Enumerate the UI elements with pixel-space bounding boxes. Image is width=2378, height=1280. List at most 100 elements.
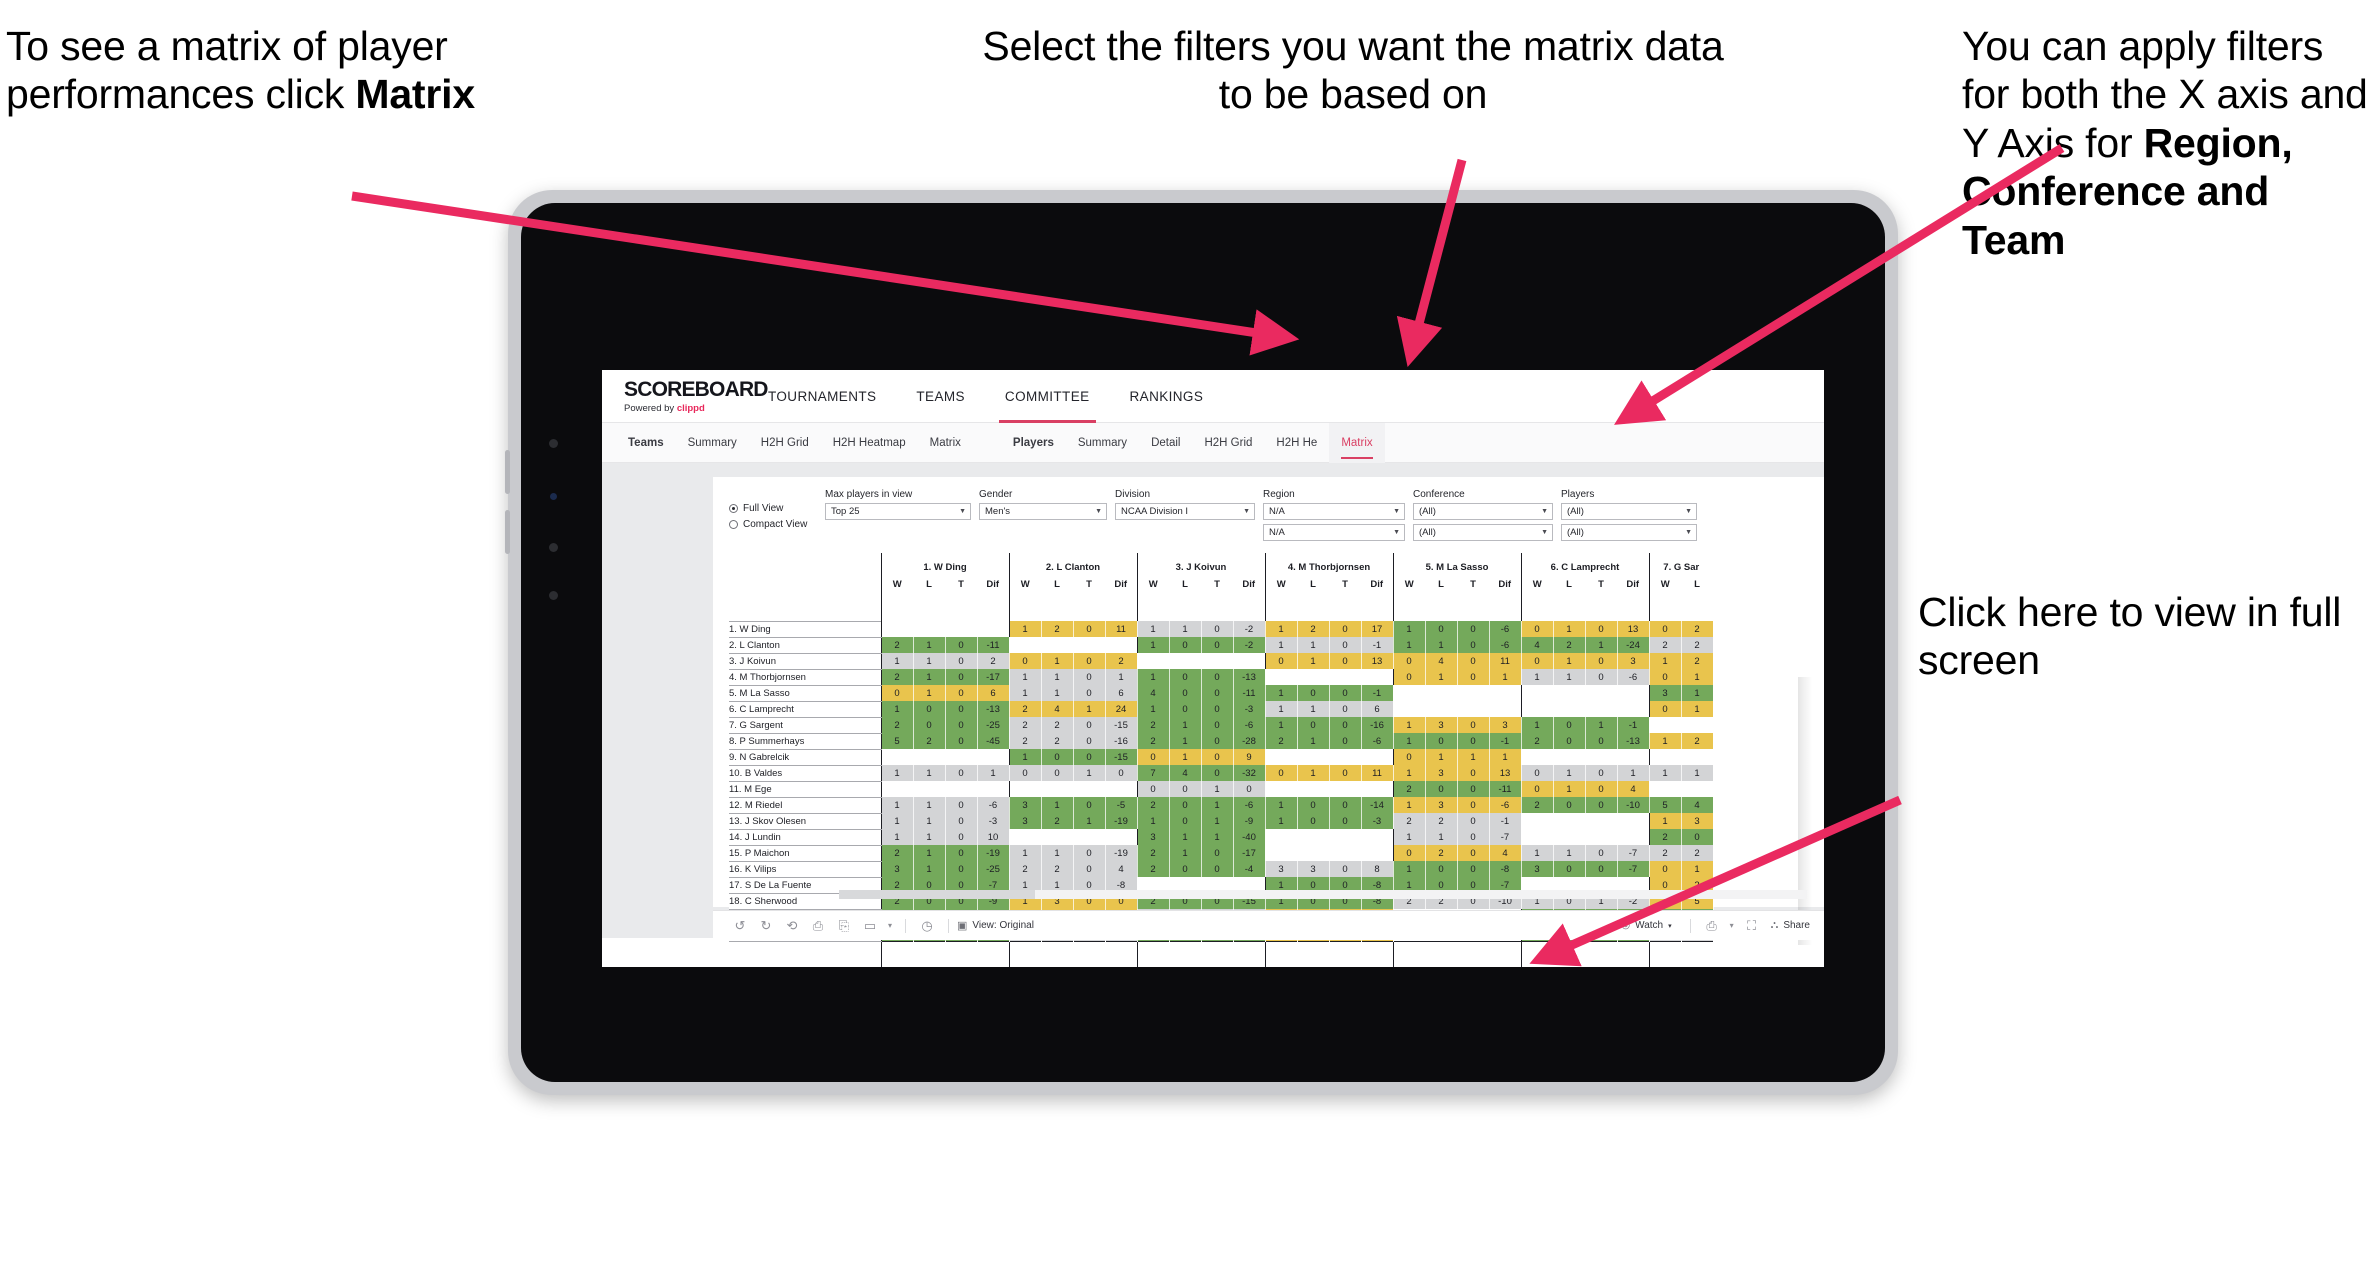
matrix-cell: 0	[1553, 797, 1586, 813]
radio-full-view-icon	[729, 504, 738, 513]
toolbar-divider	[905, 918, 906, 933]
matrix-col-header-2: 2. L Clanton	[1008, 553, 1137, 573]
matrix-cell: 1	[1008, 845, 1042, 861]
matrix-cell: 1	[913, 669, 946, 685]
matrix-cell: 13	[1617, 621, 1650, 637]
callout-axis-tip: You can apply filters for both the X axi…	[1962, 22, 2374, 264]
matrix-cell	[1297, 781, 1329, 797]
matrix-cell: 0	[945, 861, 978, 877]
filter-conference-select-y[interactable]: (All) ▼	[1413, 524, 1553, 541]
subnav-item-players-h2h-heatmap[interactable]: H2H He	[1264, 423, 1329, 463]
matrix-cell: 0	[1392, 653, 1426, 669]
table-row: 10. B Valdes 1 1 0 1 0 0 1 0 7 4 0 -32 0 1 0 11 1 3 0 13 0 1 0 1…	[729, 764, 1714, 782]
filter-gender-select[interactable]: Men's ▼	[979, 503, 1107, 520]
matrix-cell	[1329, 781, 1361, 797]
pause-updates-icon[interactable]: ⎘	[831, 918, 857, 934]
subnav-item-teams-h2h-heatmap[interactable]: H2H Heatmap	[821, 423, 918, 463]
fullscreen-icon[interactable]: ⛶	[1739, 918, 1765, 934]
subnav-item-players[interactable]: Players	[1001, 423, 1066, 463]
subnav-item-players-detail[interactable]: Detail	[1139, 423, 1192, 463]
undo-icon[interactable]: ↺	[727, 918, 753, 934]
matrix-cell	[1329, 829, 1361, 845]
subnav-item-teams-summary[interactable]: Summary	[676, 423, 749, 463]
matrix-cell: 1	[1041, 845, 1074, 861]
filter-conference-select-x[interactable]: (All) ▼	[1413, 503, 1553, 520]
matrix-cell: 4	[1136, 685, 1170, 701]
filter-max-players-select[interactable]: Top 25 ▼	[825, 503, 971, 520]
matrix-cell	[1264, 781, 1297, 797]
matrix-cell: -15	[1105, 749, 1138, 765]
horizontal-scrollbar[interactable]	[839, 890, 1807, 899]
topnav-item-committee[interactable]: COMMITTEE	[985, 370, 1110, 423]
matrix-table-container[interactable]: 1. W Ding 2. L Clanton 3. J Koivun 4. M Tho…	[713, 551, 1824, 967]
matrix-subheader-l: L	[926, 578, 932, 590]
matrix-cell: -13	[977, 701, 1010, 717]
matrix-subheader-dif: Dif	[1370, 578, 1384, 590]
subnav-item-players-matrix[interactable]: Matrix	[1329, 422, 1385, 463]
matrix-subheader-t: T	[1342, 578, 1348, 590]
topnav-item-teams[interactable]: TEAMS	[896, 370, 985, 423]
matrix-cell: 1	[913, 685, 946, 701]
tablet-screen: SCOREBOARD Powered by clippd TOURNAMENTS…	[521, 203, 1885, 1082]
matrix-cell	[1617, 813, 1649, 829]
subnav-item-teams-h2h-grid[interactable]: H2H Grid	[749, 423, 821, 463]
view-original-button[interactable]: ▣ View: Original	[957, 919, 1034, 932]
volume-up-button[interactable]	[505, 450, 510, 494]
radio-full-view[interactable]: Full View	[729, 503, 825, 514]
revert-icon[interactable]: ⟲	[779, 918, 805, 934]
matrix-header-spacer	[1648, 595, 1713, 621]
chevron-down-icon[interactable]: ▾	[1725, 921, 1739, 930]
subnav-item-players-summary[interactable]: Summary	[1066, 423, 1139, 463]
volume-down-button[interactable]	[505, 510, 510, 554]
watch-button[interactable]: ◎ Watch ▾	[1621, 920, 1671, 931]
matrix-subheader-l: L	[1566, 578, 1572, 590]
refresh-data-icon[interactable]: ⎙	[805, 918, 831, 934]
matrix-cell: 1	[1264, 717, 1298, 733]
alerts-icon[interactable]: ◷	[914, 918, 940, 934]
matrix-cell: 1	[880, 701, 914, 717]
matrix-cell: 3	[1136, 829, 1170, 845]
device-layout-icon[interactable]: ▭	[857, 918, 883, 934]
filter-division-select[interactable]: NCAA Division I ▼	[1115, 503, 1255, 520]
redo-icon[interactable]: ↻	[753, 918, 779, 934]
brand-logo[interactable]: SCOREBOARD Powered by clippd	[602, 379, 768, 414]
matrix-row-label-16: 16. K Vilips	[729, 860, 881, 878]
matrix-cell: 1	[1201, 781, 1234, 797]
share-button[interactable]: ⛬ Share	[1771, 919, 1810, 932]
matrix-cell	[880, 781, 913, 797]
matrix-cell: -11	[1489, 781, 1522, 797]
matrix-cell: 7	[1136, 765, 1170, 781]
topnav-item-tournaments[interactable]: TOURNAMENTS	[748, 370, 896, 423]
filter-players-select-y[interactable]: (All) ▼	[1561, 524, 1697, 541]
filter-region-select-x[interactable]: N/A ▼	[1263, 503, 1405, 520]
matrix-cell: 1	[1553, 845, 1586, 861]
filter-players-select-x[interactable]: (All) ▼	[1561, 503, 1697, 520]
matrix-cell: 1	[1136, 621, 1170, 637]
matrix-cell: 3	[1489, 717, 1522, 733]
matrix-cell: 1	[1264, 685, 1298, 701]
topnav-item-rankings[interactable]: RANKINGS	[1110, 370, 1224, 423]
matrix-subheader-t: T	[1086, 578, 1092, 590]
matrix-cell: 0	[1073, 845, 1106, 861]
matrix-cell: 1	[1489, 749, 1522, 765]
matrix-cell: 1	[1264, 813, 1298, 829]
matrix-cell: 2	[1041, 717, 1074, 733]
filter-gender-label: Gender	[979, 489, 1013, 500]
subnav-item-teams-matrix[interactable]: Matrix	[918, 423, 973, 463]
radio-compact-view[interactable]: Compact View	[729, 519, 825, 530]
download-icon[interactable]: ⎙	[1699, 918, 1725, 934]
matrix-cell	[945, 749, 977, 765]
matrix-cell: 0	[1041, 749, 1074, 765]
subnav-item-teams[interactable]: Teams	[616, 423, 676, 463]
caret-down-icon[interactable]: ▾	[883, 921, 897, 930]
matrix-cell	[913, 621, 945, 637]
matrix-cell: 0	[1073, 717, 1106, 733]
matrix-cell: 10	[977, 829, 1010, 845]
matrix-head: 1. W Ding 2. L Clanton 3. J Koivun 4. M Tho…	[729, 553, 1713, 621]
subnav-item-players-h2h-grid[interactable]: H2H Grid	[1192, 423, 1264, 463]
matrix-cell: 0	[1392, 749, 1426, 765]
scrollbar-thumb[interactable]	[839, 890, 1035, 899]
matrix-cell: 0	[945, 637, 978, 653]
matrix-cell: 1	[1073, 765, 1106, 781]
filter-region-select-y[interactable]: N/A ▼	[1263, 524, 1405, 541]
